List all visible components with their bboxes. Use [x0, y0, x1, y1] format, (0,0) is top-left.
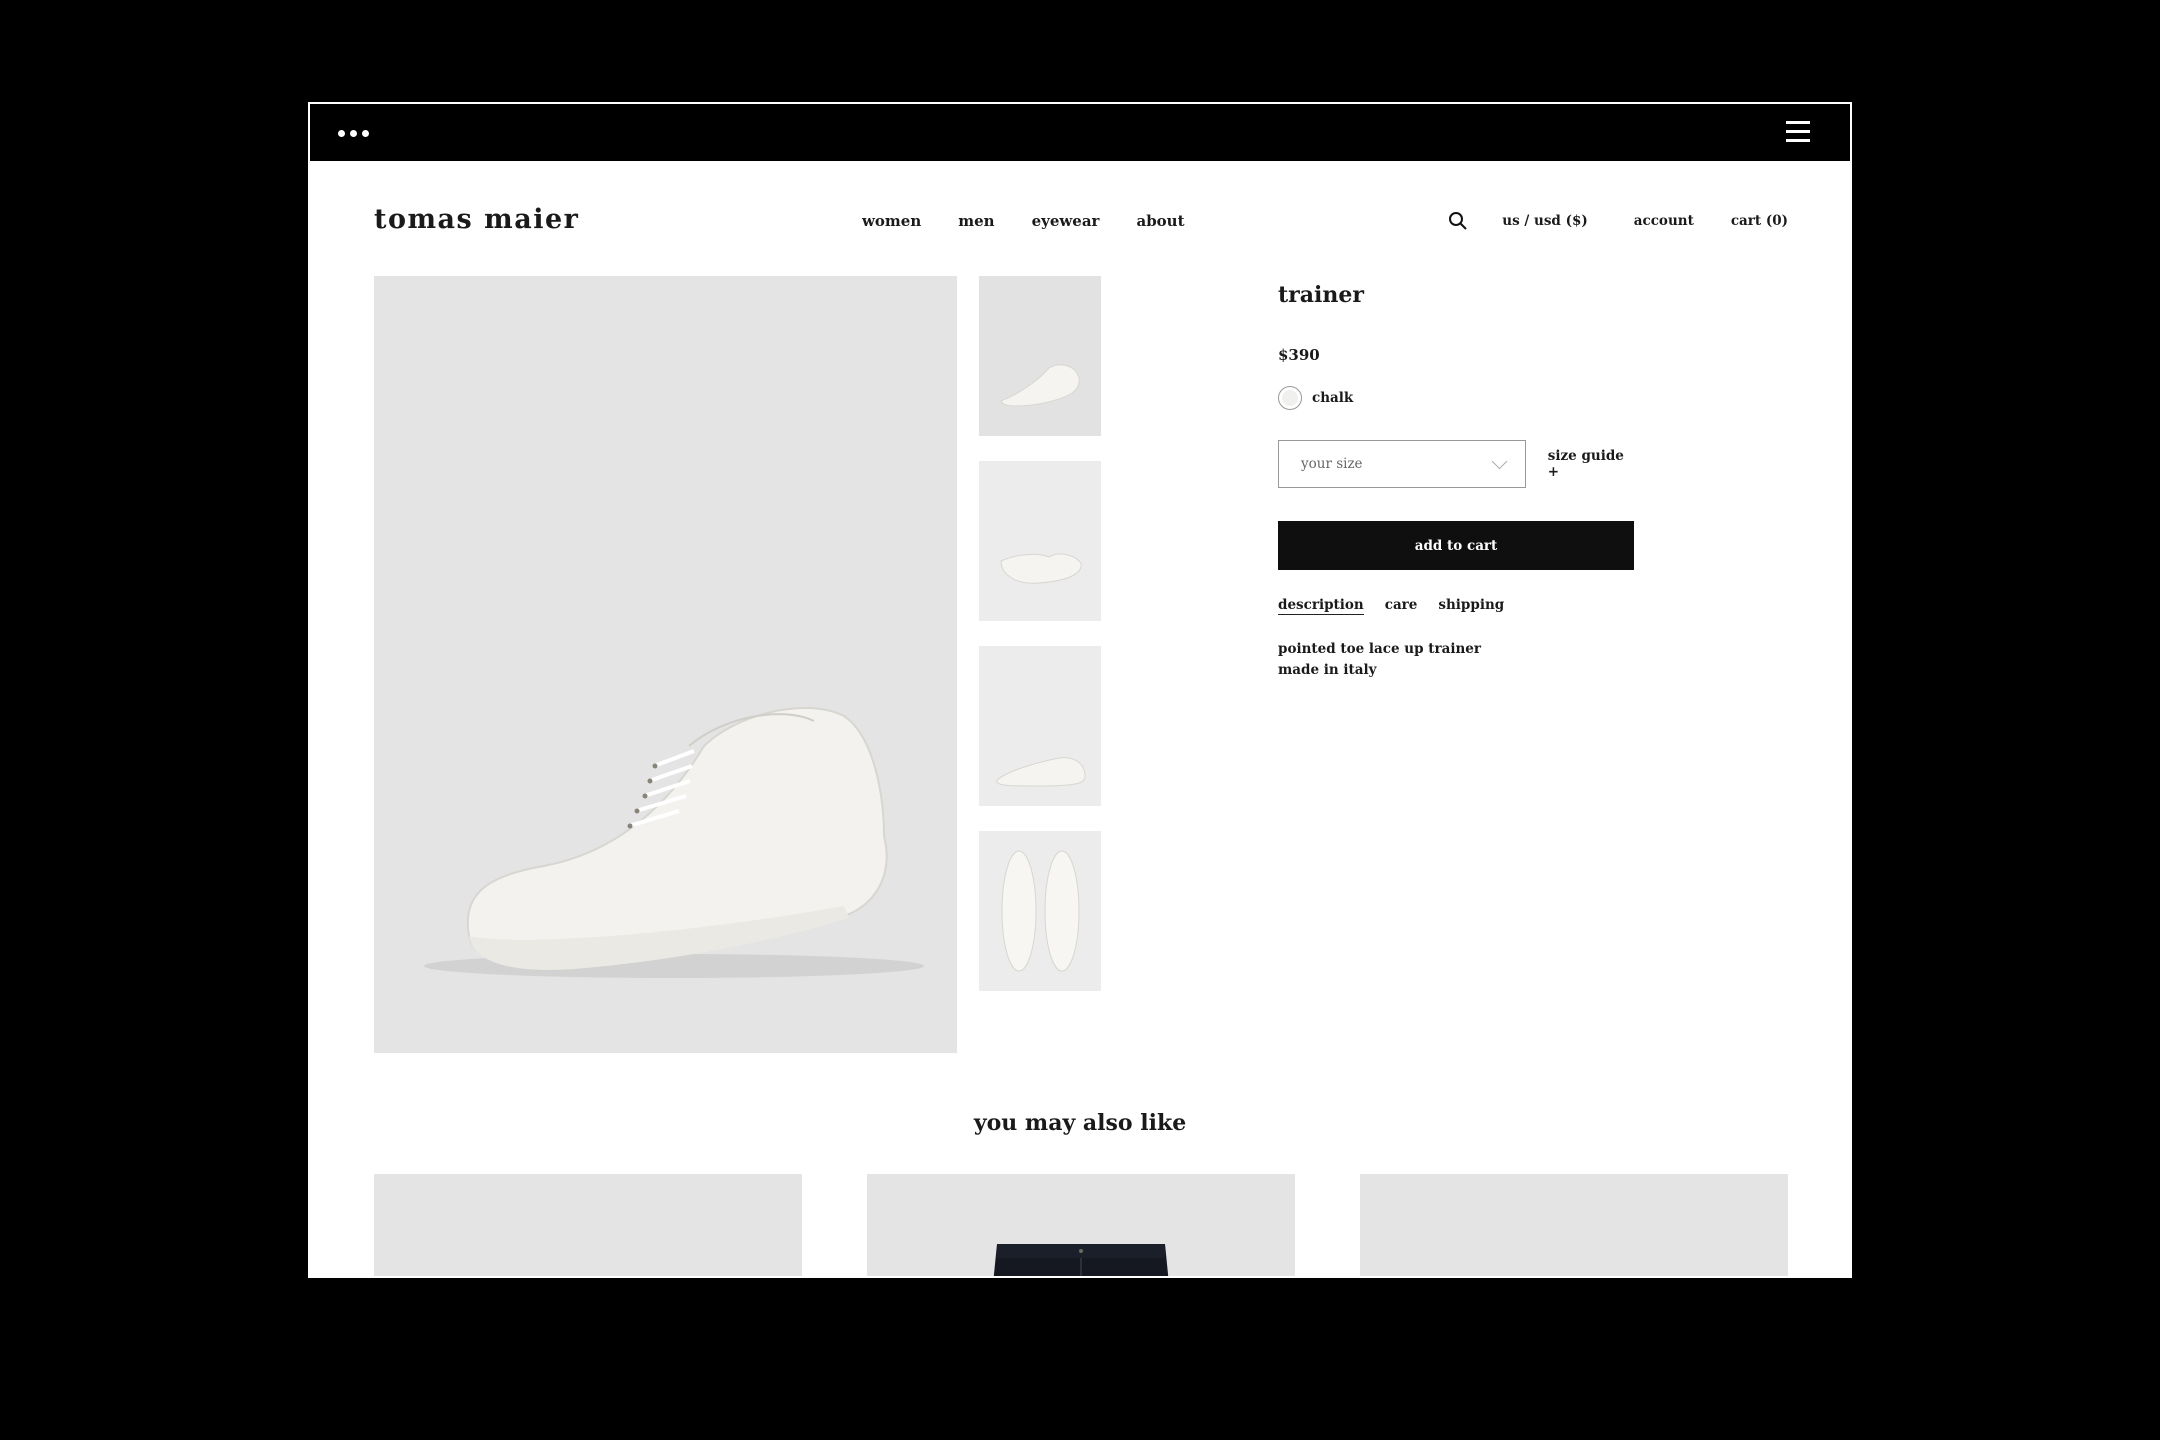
thumbnail-3[interactable] [979, 646, 1101, 806]
utility-nav: us / usd ($) account cart (0) [1448, 211, 1788, 231]
thumbnail-4[interactable] [979, 831, 1101, 991]
dots-icon[interactable] [338, 130, 369, 137]
nav-link-about[interactable]: about [1136, 212, 1184, 230]
description-line: made in italy [1278, 662, 1377, 678]
product-title: trainer [1278, 282, 1364, 308]
color-swatch-chalk[interactable] [1278, 386, 1302, 410]
tab-shipping[interactable]: shipping [1438, 597, 1504, 615]
recommendation-card-2[interactable] [867, 1174, 1295, 1276]
info-tabs: description care shipping [1278, 597, 1638, 615]
size-row: your size size guide + [1278, 440, 1638, 488]
color-label: chalk [1312, 390, 1354, 406]
tab-description[interactable]: description [1278, 597, 1364, 615]
tab-care[interactable]: care [1385, 597, 1418, 615]
recommendation-card-1[interactable] [374, 1174, 802, 1276]
chevron-down-icon [1491, 453, 1508, 469]
product-description: pointed toe lace up trainer made in ital… [1278, 639, 1638, 681]
region-selector[interactable]: us / usd ($) [1502, 213, 1587, 229]
size-select[interactable]: your size [1278, 440, 1526, 488]
product-details: trainer $390 chalk your size size guide … [1278, 276, 1638, 681]
hamburger-icon[interactable] [1786, 121, 1810, 143]
recommendation-card-3[interactable] [1360, 1174, 1788, 1276]
product-price: $390 [1278, 346, 1320, 364]
size-placeholder: your size [1301, 456, 1363, 472]
color-selector: chalk [1278, 386, 1638, 410]
main-product-image[interactable] [374, 276, 957, 1053]
browser-window: tomas maier women men eyewear about us /… [308, 102, 1852, 1278]
search-icon[interactable] [1448, 211, 1468, 231]
thumbnail-2[interactable] [979, 461, 1101, 621]
pants-image [993, 1244, 1169, 1276]
shoe-image [424, 707, 924, 978]
size-guide-link[interactable]: size guide + [1548, 448, 1638, 480]
nav-link-men[interactable]: men [958, 212, 994, 230]
nav-link-women[interactable]: women [862, 212, 921, 230]
cart-link[interactable]: cart (0) [1731, 213, 1788, 229]
add-to-cart-button[interactable]: add to cart [1278, 521, 1634, 570]
product-page: tomas maier women men eyewear about us /… [310, 162, 1850, 1276]
browser-top-bar [310, 104, 1850, 162]
thumbnail-1[interactable] [979, 276, 1101, 436]
recommendations-title: you may also like [973, 1110, 1187, 1136]
main-nav: women men eyewear about [862, 212, 1185, 230]
nav-link-eyewear[interactable]: eyewear [1032, 212, 1100, 230]
description-line: pointed toe lace up trainer [1278, 641, 1481, 657]
site-logo[interactable]: tomas maier [374, 204, 579, 235]
thumbnail-list [979, 276, 1101, 1016]
account-link[interactable]: account [1634, 213, 1694, 229]
